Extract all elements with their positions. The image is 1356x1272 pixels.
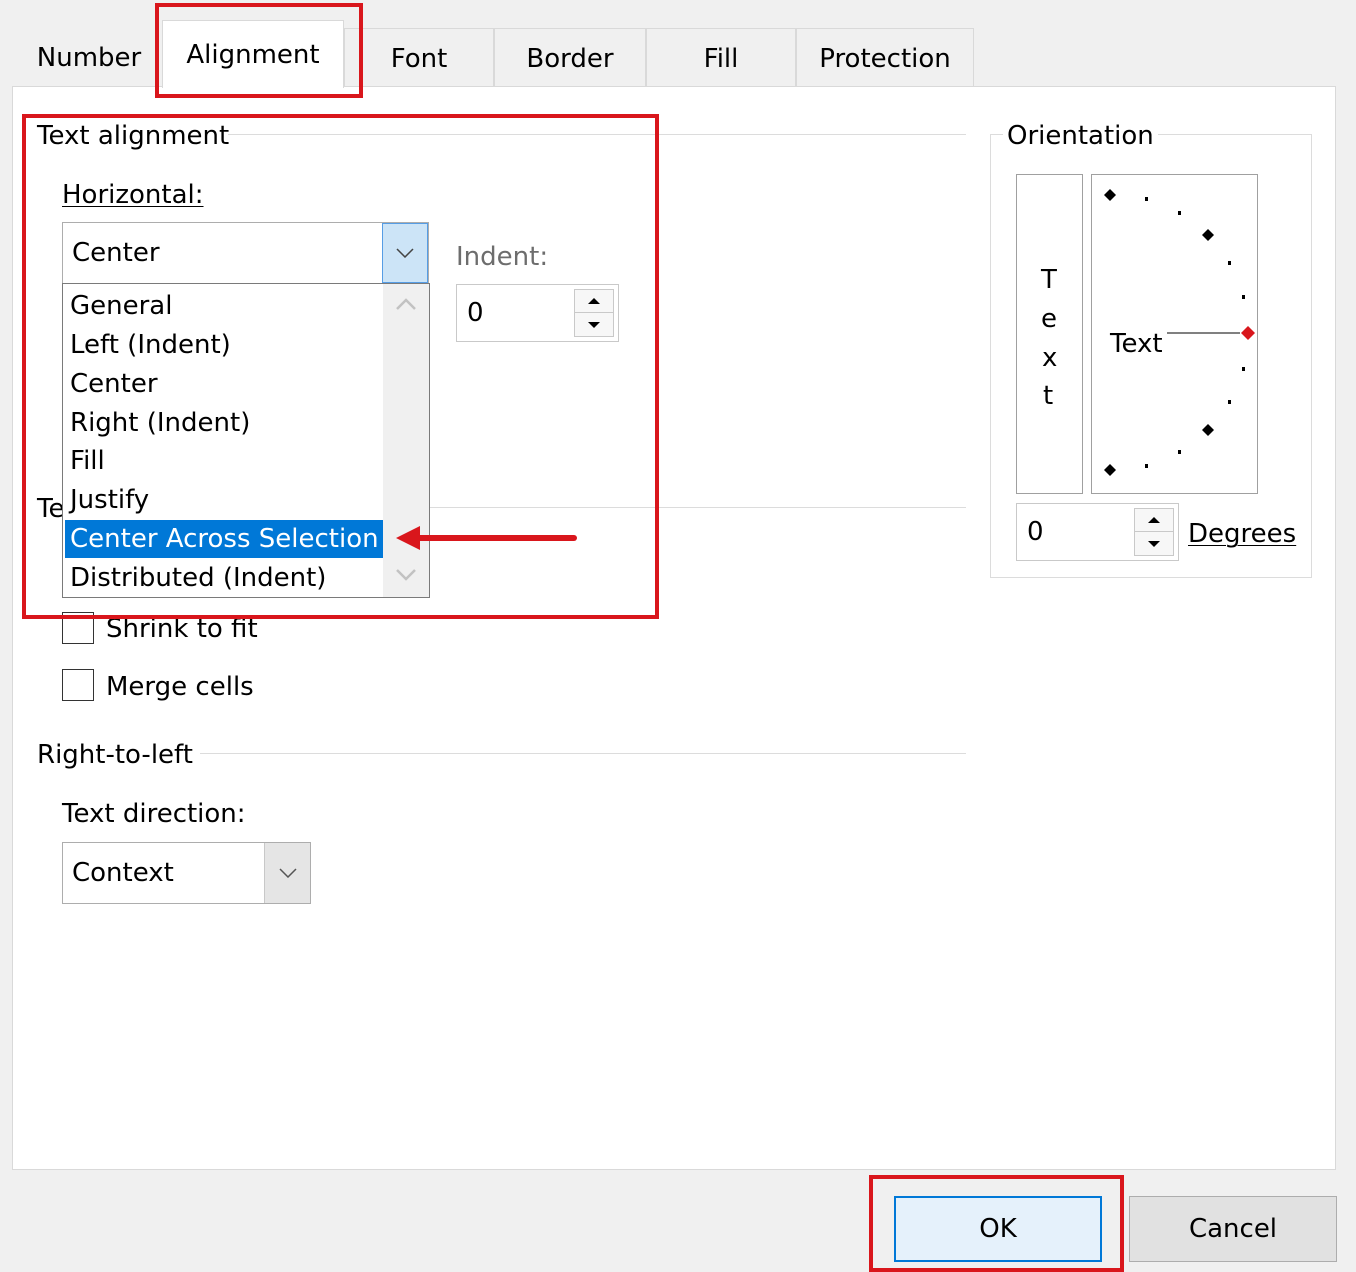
degrees-label: Degrees bbox=[1188, 519, 1297, 549]
degrees-spinner[interactable]: 0 bbox=[1016, 503, 1179, 561]
list-item-selected[interactable]: Center Across Selection bbox=[65, 520, 383, 558]
arrow-up-icon bbox=[1148, 517, 1160, 523]
list-item[interactable]: Fill bbox=[65, 442, 383, 480]
ok-button-label: OK bbox=[979, 1214, 1017, 1244]
vertical-text-letter: e bbox=[1041, 304, 1057, 334]
text-alignment-group-line bbox=[228, 134, 966, 135]
tab-number-label: Number bbox=[36, 43, 142, 73]
indent-down-button[interactable] bbox=[575, 313, 613, 336]
indent-value: 0 bbox=[467, 298, 484, 328]
tab-protection-label: Protection bbox=[819, 43, 951, 74]
tab-alignment-label: Alignment bbox=[186, 39, 320, 70]
text-control-group-line bbox=[430, 507, 966, 508]
shrink-to-fit-checkbox[interactable] bbox=[62, 612, 94, 644]
merge-cells-checkbox[interactable] bbox=[62, 669, 94, 701]
text-alignment-group-label: Text alignment bbox=[37, 121, 230, 151]
list-item[interactable]: Right (Indent) bbox=[65, 404, 383, 442]
horizontal-dropdown-list[interactable]: General Left (Indent) Center Right (Inde… bbox=[62, 283, 430, 598]
horizontal-label-text: Horizontal: bbox=[62, 180, 204, 210]
list-item[interactable]: Distributed (Indent) bbox=[65, 559, 383, 597]
list-item[interactable]: Justify bbox=[65, 481, 383, 519]
text-control-group-label: Te bbox=[37, 494, 65, 524]
tab-border[interactable]: Border bbox=[494, 28, 646, 88]
scroll-down-icon[interactable] bbox=[396, 569, 416, 581]
cancel-button-label: Cancel bbox=[1188, 1214, 1278, 1244]
vertical-text-letter: t bbox=[1043, 381, 1054, 411]
text-direction-label: Text direction: bbox=[62, 799, 246, 829]
tab-font-label: Font bbox=[390, 43, 448, 74]
tab-fill-label: Fill bbox=[703, 43, 739, 74]
vertical-text-letter: T bbox=[1041, 265, 1057, 295]
cancel-button[interactable]: Cancel bbox=[1129, 1196, 1337, 1262]
tab-alignment[interactable]: Alignment bbox=[162, 20, 344, 88]
arrow-down-icon bbox=[1148, 540, 1160, 547]
orientation-dial[interactable]: Text bbox=[1091, 174, 1258, 494]
annotation-arrow-icon bbox=[396, 526, 577, 550]
tab-fill[interactable]: Fill bbox=[646, 28, 796, 88]
right-to-left-group-label: Right-to-left bbox=[37, 740, 193, 770]
chevron-down-icon bbox=[396, 248, 414, 258]
tab-font[interactable]: Font bbox=[344, 28, 494, 88]
arrow-down-icon bbox=[588, 321, 600, 328]
vertical-text-box[interactable]: T e x t bbox=[1016, 174, 1083, 494]
horizontal-combo-value: Center bbox=[72, 238, 160, 268]
scroll-up-icon[interactable] bbox=[396, 298, 416, 310]
list-item[interactable]: Center bbox=[65, 365, 383, 403]
indent-up-button[interactable] bbox=[575, 290, 613, 313]
tab-border-label: Border bbox=[526, 43, 614, 74]
text-direction-dropdown-button[interactable] bbox=[264, 843, 310, 903]
horizontal-dropdown-button[interactable] bbox=[382, 223, 428, 283]
tab-protection[interactable]: Protection bbox=[796, 28, 974, 88]
degrees-up-button[interactable] bbox=[1135, 509, 1173, 532]
chevron-down-icon bbox=[278, 868, 297, 878]
degrees-down-button[interactable] bbox=[1135, 532, 1173, 555]
merge-cells-label[interactable]: Merge cells bbox=[106, 674, 254, 700]
shrink-to-fit-label[interactable]: Shrink to fit bbox=[106, 616, 258, 642]
horizontal-combo[interactable]: Center bbox=[62, 222, 429, 284]
text-direction-combo[interactable]: Context bbox=[62, 842, 311, 904]
indent-label: Indent: bbox=[456, 242, 549, 272]
horizontal-label: Horizontal: bbox=[62, 182, 204, 208]
orientation-dial-text: Text bbox=[1110, 329, 1163, 359]
tab-number[interactable]: Number bbox=[16, 28, 162, 88]
list-item[interactable]: Left (Indent) bbox=[65, 326, 383, 364]
list-item[interactable]: General bbox=[65, 287, 383, 325]
text-direction-value: Context bbox=[72, 858, 174, 888]
indent-spinner[interactable]: 0 bbox=[456, 284, 619, 342]
degrees-value: 0 bbox=[1027, 517, 1044, 547]
orientation-group-label: Orientation bbox=[1003, 123, 1158, 149]
arrow-up-icon bbox=[588, 298, 600, 304]
vertical-text-letter: x bbox=[1042, 343, 1058, 373]
right-to-left-group-line bbox=[200, 753, 966, 754]
ok-button[interactable]: OK bbox=[894, 1196, 1102, 1262]
